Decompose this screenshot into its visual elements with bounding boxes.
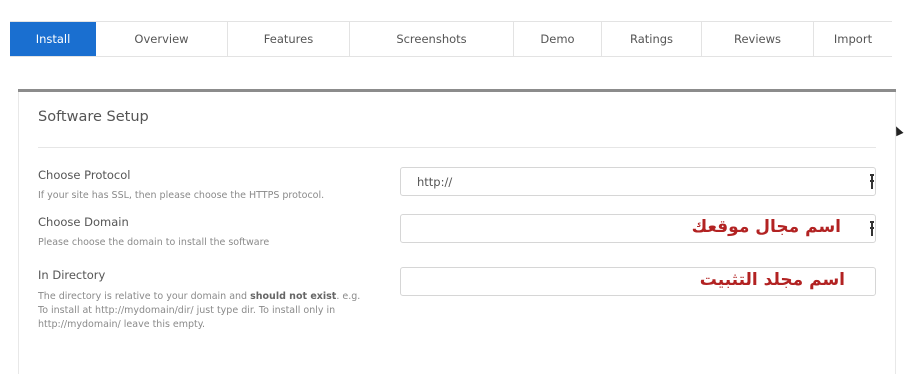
tab-import[interactable]: Import [814, 22, 892, 56]
directory-help: The directory is relative to your domain… [38, 291, 361, 330]
directory-help-emphasis: should not exist [250, 291, 337, 302]
domain-label: Choose Domain [38, 215, 129, 229]
domain-select[interactable]: اسم مجال موقعك [400, 214, 876, 243]
tab-reviews[interactable]: Reviews [702, 22, 814, 56]
tab-overview[interactable]: Overview [96, 22, 228, 56]
directory-value: اسم مجلد التثبيت [699, 270, 845, 290]
section-divider [38, 147, 876, 148]
protocol-label: Choose Protocol [38, 168, 131, 182]
select-caret-icon [870, 174, 874, 189]
section-title: Software Setup [38, 109, 149, 125]
protocol-select[interactable]: http:// [400, 167, 876, 196]
tab-ratings[interactable]: Ratings [602, 22, 702, 56]
tab-screenshots[interactable]: Screenshots [350, 22, 514, 56]
tab-features[interactable]: Features [228, 22, 350, 56]
tab-bar: Install Overview Features Screenshots De… [10, 21, 892, 57]
protocol-value: http:// [417, 175, 453, 189]
tab-demo[interactable]: Demo [514, 22, 602, 56]
domain-help: Please choose the domain to install the … [38, 237, 270, 248]
tab-install[interactable]: Install [10, 22, 96, 56]
domain-value: اسم مجال موقعك [691, 217, 841, 237]
directory-label: In Directory [38, 268, 106, 282]
select-caret-icon [870, 221, 874, 236]
directory-input[interactable]: اسم مجلد التثبيت [400, 267, 876, 296]
protocol-help: If your site has SSL, then please choose… [38, 190, 325, 201]
